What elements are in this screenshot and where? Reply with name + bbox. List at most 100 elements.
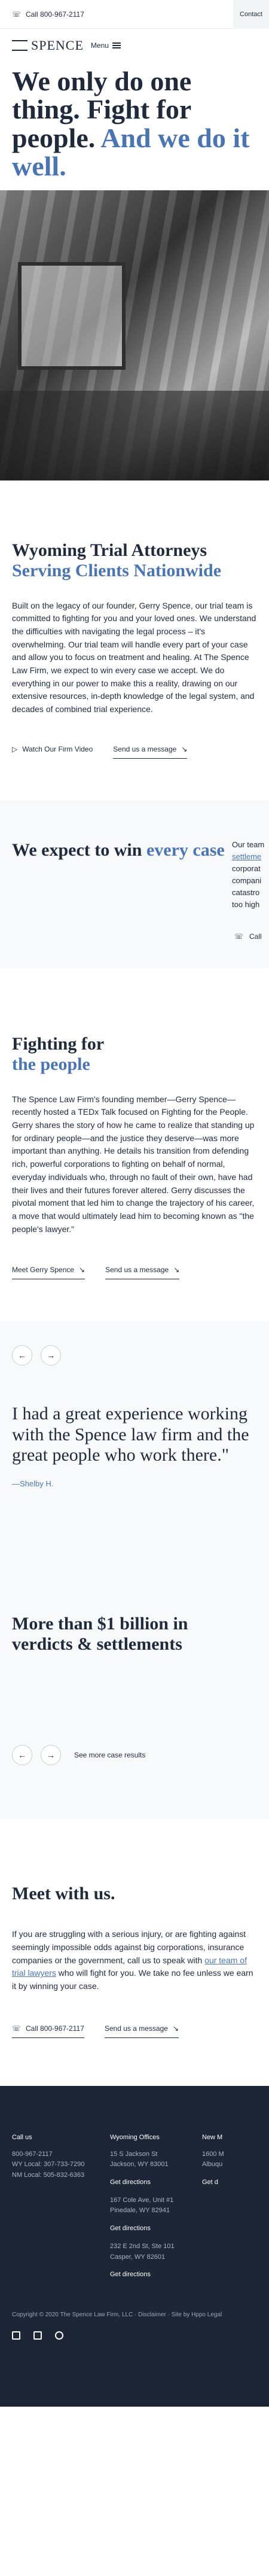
logo-mark-icon [12, 40, 27, 51]
footer-address-line: Jackson, WY 83001 [110, 2161, 169, 2169]
expect-side-line: Our team [232, 840, 265, 849]
footer-phone-line[interactable]: NM Local: 505-832-6363 [12, 2170, 102, 2181]
footer-address-line: 1600 M [202, 2150, 224, 2158]
footer-copyright: Copyright © 2020 The Spence Law Firm, LL… [12, 2312, 222, 2319]
intro-actions: ▷ Watch Our Firm Video Send us a message… [12, 745, 257, 759]
expect-side-link[interactable]: settleme [232, 851, 264, 863]
arrow-icon: ↘ [181, 744, 188, 753]
footer-phone-line[interactable]: WY Local: 307-733-7290 [12, 2160, 102, 2170]
send-message-label: Send us a message [113, 744, 177, 753]
social-links [12, 2318, 257, 2340]
meet-section: Meet with us. If you are struggling with… [0, 1819, 269, 2086]
fighting-section: Fighting for the people The Spence Law F… [0, 968, 269, 1280]
footer-nm-column: New M 1600 M Albuqu Get d [202, 2134, 238, 2288]
footer-address-line: 15 S Jackson St [110, 2150, 158, 2158]
chevron-right-icon[interactable]: → [41, 1744, 61, 1765]
watch-video-label: Watch Our Firm Video [22, 745, 93, 754]
results-section: More than $1 billion in verdicts & settl… [0, 1553, 269, 1819]
expect-side-line: catastro [232, 888, 260, 898]
watch-video-button[interactable]: ▷ Watch Our Firm Video [12, 745, 93, 758]
intro-heading-main: Wyoming Trial Attorneys [12, 540, 207, 560]
testimonial-author: —Shelby H. [12, 1479, 54, 1488]
footer-address-line: 232 E 2nd St, Ste 101 [110, 2243, 175, 2250]
footer-address-line: Casper, WY 82601 [110, 2253, 166, 2261]
expect-call-label: Call [249, 932, 262, 941]
logo-text: SPENCE [31, 38, 84, 53]
call-button[interactable]: ☏ Call 800-967-2117 [12, 2024, 84, 2038]
fighting-text: The Spence Law Firm's founding member—Ge… [12, 1094, 255, 1234]
expect-side-line: corporat [232, 863, 261, 873]
meet-gerry-button[interactable]: Meet Gerry Spence ↘ [12, 1266, 85, 1280]
twitter-icon[interactable] [55, 2331, 63, 2340]
directions-link[interactable]: Get directions [110, 2179, 194, 2186]
testimonial-quote: I had a great experience working with th… [12, 1404, 249, 1465]
phone-icon: ☏ [234, 932, 244, 941]
footer-call-heading: Call us [12, 2133, 32, 2141]
footer-wy-office: 15 S Jackson St Jackson, WY 83001 [110, 2149, 194, 2170]
directions-link[interactable]: Get directions [110, 2225, 194, 2232]
send-message-button[interactable]: Send us a message ↘ [105, 1266, 180, 1280]
results-heading: More than $1 billion in verdicts & settl… [12, 1613, 188, 1655]
expect-side-line: compani [232, 876, 262, 886]
intro-section: Wyoming Trial Attorneys Serving Clients … [0, 480, 269, 759]
send-message-button[interactable]: Send us a message ↘ [113, 744, 188, 759]
meet-text: If you are struggling with a serious inj… [12, 1928, 257, 1993]
expect-call-link[interactable]: ☏ Call [234, 932, 262, 941]
phone-icon: ☏ [12, 10, 22, 19]
hero-title: We only do one thing. Fight for people. … [0, 62, 269, 190]
expect-section: We expect to win every case Our team set… [0, 800, 269, 968]
footer-nm-heading: New M [202, 2133, 223, 2141]
chevron-left-icon[interactable]: ← [12, 1744, 32, 1765]
footer-wy-office: 167 Cole Ave, Unit #1 Pinedale, WY 82941 [110, 2195, 194, 2216]
arrow-icon: ↘ [172, 2024, 179, 2033]
footer-address-line: Albuqu [202, 2161, 223, 2169]
intro-heading: Wyoming Trial Attorneys Serving Clients … [12, 540, 257, 582]
chevron-left-icon[interactable]: ← [12, 1345, 32, 1366]
top-bar: ☏ Call 800-967-2117 Contact [0, 0, 269, 29]
call-label: Call 800-967-2117 [26, 10, 84, 19]
navbar: SPENCE Menu [0, 29, 269, 62]
footer-address-line: 167 Cole Ave, Unit #1 [110, 2196, 174, 2204]
expect-heading-main: We expect to win [12, 840, 142, 860]
chevron-right-icon[interactable]: → [41, 1345, 61, 1366]
footer-wy-heading: Wyoming Offices [110, 2133, 160, 2141]
facebook-icon[interactable] [12, 2331, 20, 2340]
menu-label: Menu [90, 41, 109, 50]
footer-phone-line[interactable]: 800-967-2117 [12, 2149, 102, 2160]
linkedin-icon[interactable] [33, 2331, 42, 2340]
window-shape [18, 261, 126, 370]
footer-address-line: Pinedale, WY 82941 [110, 2207, 170, 2215]
send-message-button[interactable]: Send us a message ↘ [104, 2024, 179, 2038]
arrow-icon: ↘ [173, 1266, 180, 1275]
footer-wy-office: 232 E 2nd St, Ste 101 Casper, WY 82601 [110, 2242, 194, 2262]
results-controls: ← → See more case results [12, 1744, 257, 1765]
expect-side-text: Our team settleme corporat compani catas… [232, 839, 264, 911]
menu-button[interactable]: Menu [91, 41, 121, 50]
meet-actions: ☏ Call 800-967-2117 Send us a message ↘ [12, 2024, 257, 2086]
contact-button[interactable]: Contact [233, 0, 269, 29]
see-more-results-link[interactable]: See more case results [74, 1751, 145, 1759]
send-message-label: Send us a message [105, 1266, 169, 1275]
footer-call-column: Call us 800-967-2117 WY Local: 307-733-7… [12, 2134, 102, 2288]
footer-nm-office: 1600 M Albuqu [202, 2149, 238, 2170]
directions-link[interactable]: Get directions [110, 2271, 194, 2278]
expect-heading: We expect to win every case [12, 840, 225, 861]
testimonial-carousel-controls: ← → [12, 1345, 257, 1366]
expect-heading-accent: every case [146, 840, 225, 860]
intro-text: Built on the legacy of our founder, Gerr… [12, 600, 256, 714]
hamburger-icon [112, 42, 121, 48]
intro-heading-accent: Serving Clients Nationwide [12, 561, 222, 580]
hero-office-photo [0, 190, 269, 480]
fighting-actions: Meet Gerry Spence ↘ Send us a message ↘ [12, 1266, 257, 1280]
logo[interactable]: SPENCE [12, 38, 84, 53]
footer-columns: Call us 800-967-2117 WY Local: 307-733-7… [12, 2086, 257, 2288]
meet-heading: Meet with us. [12, 1883, 115, 1903]
call-button-label: Call 800-967-2117 [26, 2024, 84, 2033]
fighting-heading-main: Fighting for [12, 1033, 105, 1054]
fighting-heading: Fighting for the people [12, 1034, 257, 1075]
directions-link[interactable]: Get d [202, 2179, 238, 2186]
footer: Call us 800-967-2117 WY Local: 307-733-7… [0, 2085, 269, 2407]
call-link[interactable]: ☏ Call 800-967-2117 [12, 10, 84, 19]
arrow-icon: ↘ [79, 1266, 85, 1275]
testimonial-section: ← → I had a great experience working wit… [0, 1321, 269, 1554]
